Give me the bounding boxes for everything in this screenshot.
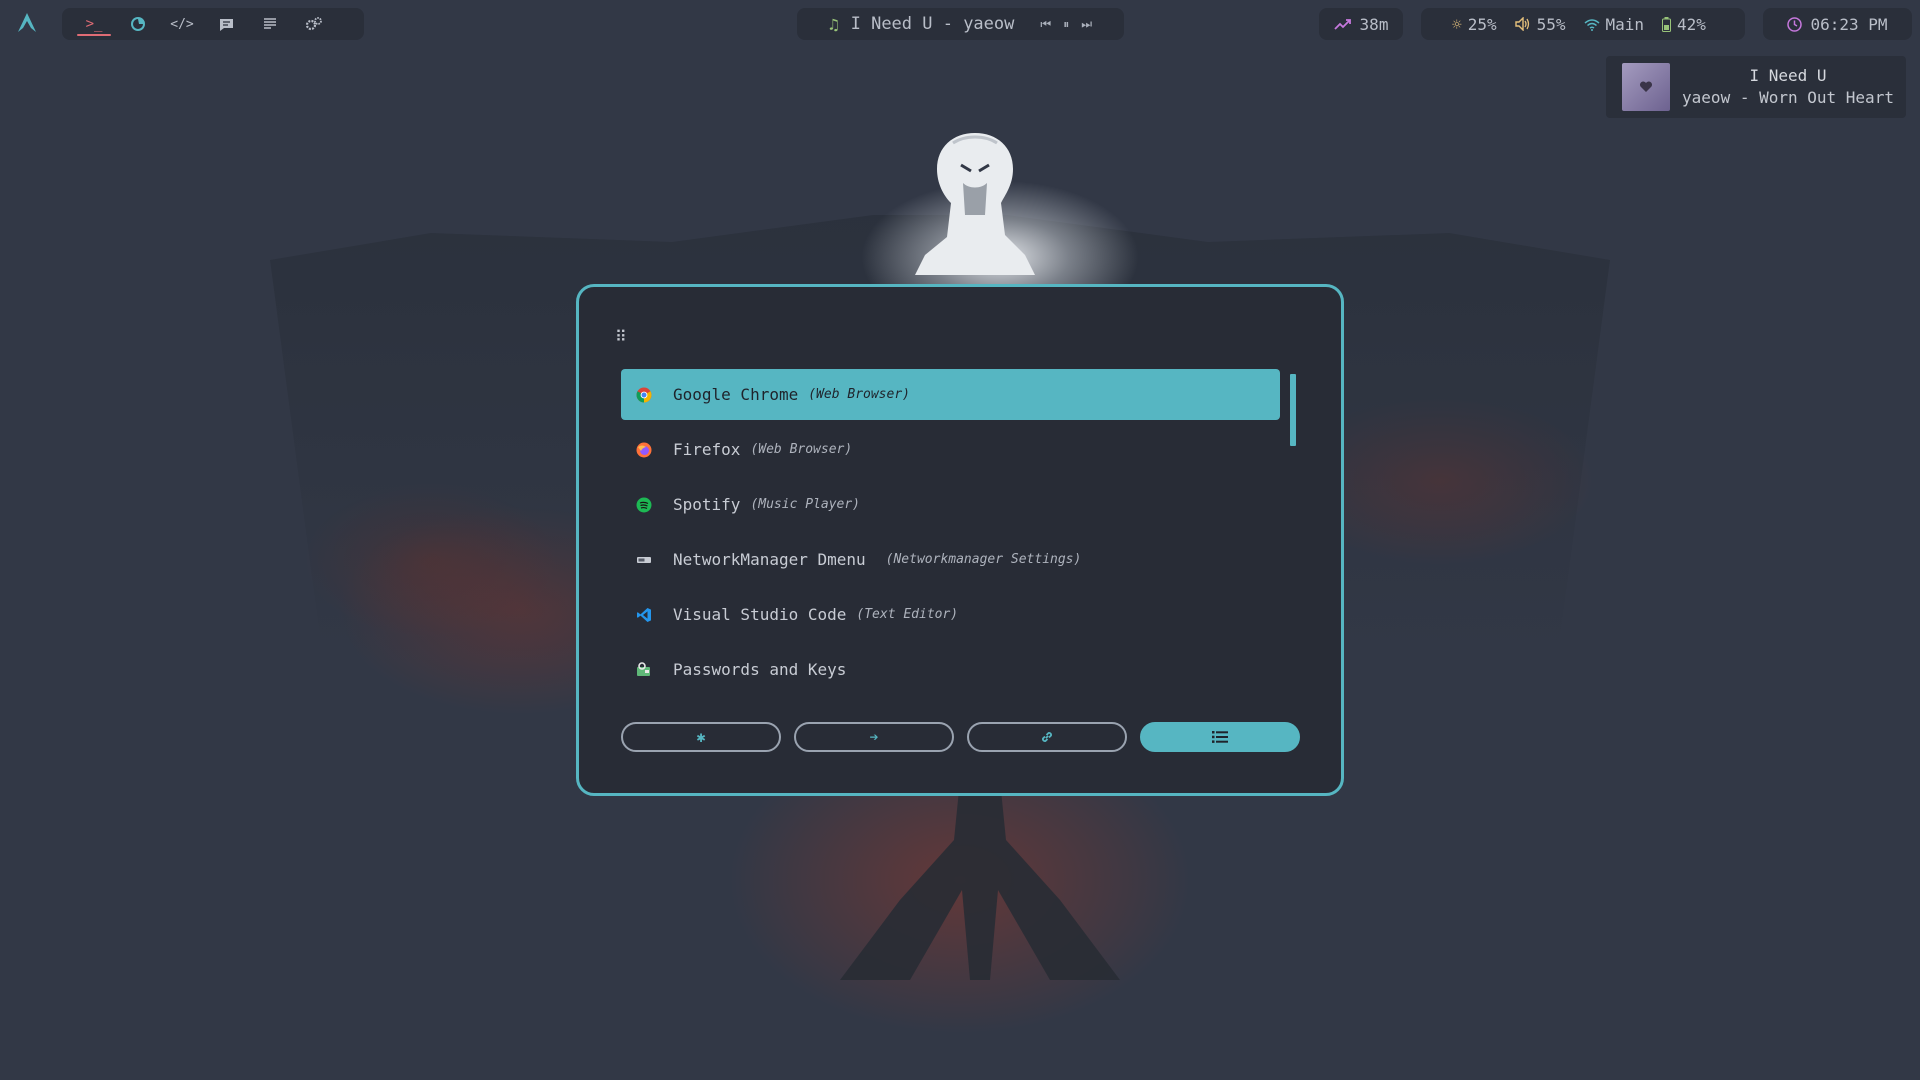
list-item[interactable]: Passwords and Keys: [621, 644, 1280, 695]
next-icon[interactable]: ⏭: [1081, 17, 1092, 32]
uptime-value: 38m: [1359, 14, 1389, 34]
notification-body: yaeow - Worn Out Heart: [1682, 88, 1894, 107]
mode-button-links[interactable]: [967, 722, 1127, 752]
status-widget: ☼ 25% 55% Main 42%: [1421, 8, 1745, 40]
list-icon: [1212, 731, 1228, 743]
app-description: (Web Browser): [750, 442, 853, 457]
app-name: Spotify: [673, 495, 741, 514]
wifi-icon: [1584, 18, 1599, 31]
workspace-terminal[interactable]: >_: [72, 8, 116, 40]
app-name: Visual Studio Code: [673, 605, 847, 624]
chrome-icon: [635, 386, 653, 404]
workspace-firefox[interactable]: [116, 8, 160, 40]
spotify-icon: [635, 496, 653, 514]
pause-icon[interactable]: ⏸: [1063, 17, 1069, 32]
network-icon: [635, 551, 653, 569]
app-name: Firefox: [673, 440, 741, 459]
heart-icon: [1639, 81, 1653, 92]
media-title[interactable]: I Need U - yaeow: [851, 14, 1015, 34]
sun-icon: ☼: [1452, 14, 1462, 34]
notification-title: I Need U: [1749, 66, 1827, 85]
app-description: (Text Editor): [856, 607, 959, 622]
clock-icon: [1787, 16, 1803, 32]
list-item[interactable]: Google Chrome (Web Browser): [621, 369, 1280, 420]
app-name: NetworkManager Dmenu: [673, 550, 866, 569]
wifi-value: Main: [1605, 14, 1645, 34]
brightness-value: 25%: [1467, 14, 1497, 34]
list-item[interactable]: NetworkManager Dmenu (Networkmanager Set…: [621, 534, 1280, 585]
settings-icon: [305, 17, 322, 31]
workspace-code[interactable]: </>: [160, 8, 204, 40]
app-list: Google Chrome (Web Browser) Firefox (Web…: [621, 369, 1280, 699]
clock-widget[interactable]: 06:23 PM: [1763, 8, 1912, 40]
volume-value: 55%: [1536, 14, 1566, 34]
app-description: (Networkmanager Settings): [885, 552, 1082, 567]
link-icon: [1042, 732, 1052, 742]
arch-logo-icon[interactable]: [16, 12, 38, 34]
mode-button-run[interactable]: ➔: [794, 722, 954, 752]
keyring-icon: [635, 661, 653, 679]
app-description: (Web Browser): [808, 387, 910, 402]
document-icon: [264, 18, 276, 29]
speaker-icon: [1514, 17, 1529, 31]
workspace-switcher: >_ </>: [62, 8, 364, 40]
wallpaper-figure: [915, 133, 1035, 275]
workspace-document[interactable]: [248, 8, 292, 40]
wifi-status[interactable]: Main: [1584, 14, 1645, 34]
workspace-settings[interactable]: [292, 8, 336, 40]
app-description: (Music Player): [750, 497, 861, 512]
terminal-icon: >_: [85, 16, 103, 32]
mode-switcher: ✱ ➔: [621, 722, 1300, 752]
scrollbar[interactable]: [1290, 374, 1296, 446]
media-widget: ♫ I Need U - yaeow ⏮ ⏸ ⏭: [797, 8, 1124, 40]
list-item[interactable]: Visual Studio Code (Text Editor): [621, 589, 1280, 640]
music-note-icon: ♫: [828, 14, 839, 34]
battery-icon: [1662, 16, 1672, 32]
mode-button-drun[interactable]: ✱: [621, 722, 781, 752]
app-name: Passwords and Keys: [673, 660, 847, 679]
trending-up-icon: [1333, 19, 1351, 30]
code-icon: </>: [170, 16, 194, 32]
firefox-icon: [131, 17, 145, 31]
firefox-icon: [635, 441, 653, 459]
uptime-widget: 38m: [1319, 8, 1403, 40]
list-item[interactable]: Spotify (Music Player): [621, 479, 1280, 530]
brightness-status[interactable]: ☼ 25%: [1452, 15, 1497, 34]
media-notification[interactable]: I Need U yaeow - Worn Out Heart: [1606, 56, 1906, 118]
wallpaper-tree: [840, 780, 1120, 980]
arrow-right-icon: ➔: [869, 728, 879, 746]
previous-icon[interactable]: ⏮: [1040, 17, 1051, 32]
album-art: [1622, 63, 1670, 111]
clock-value: 06:23 PM: [1810, 14, 1888, 34]
app-launcher: ⠿ Google Chrome (Web Browser) Firefox (W…: [576, 284, 1344, 796]
grid-dots-icon: ⠿: [615, 327, 627, 346]
asterisk-icon: ✱: [696, 728, 706, 746]
chat-icon: [219, 18, 233, 31]
mode-button-list[interactable]: [1140, 722, 1300, 752]
vscode-icon: [635, 606, 653, 624]
battery-status[interactable]: 42%: [1662, 15, 1706, 34]
volume-status[interactable]: 55%: [1514, 14, 1566, 34]
app-name: Google Chrome: [673, 385, 799, 404]
workspace-chat[interactable]: [204, 8, 248, 40]
list-item[interactable]: Firefox (Web Browser): [621, 424, 1280, 475]
battery-value: 42%: [1677, 14, 1706, 34]
